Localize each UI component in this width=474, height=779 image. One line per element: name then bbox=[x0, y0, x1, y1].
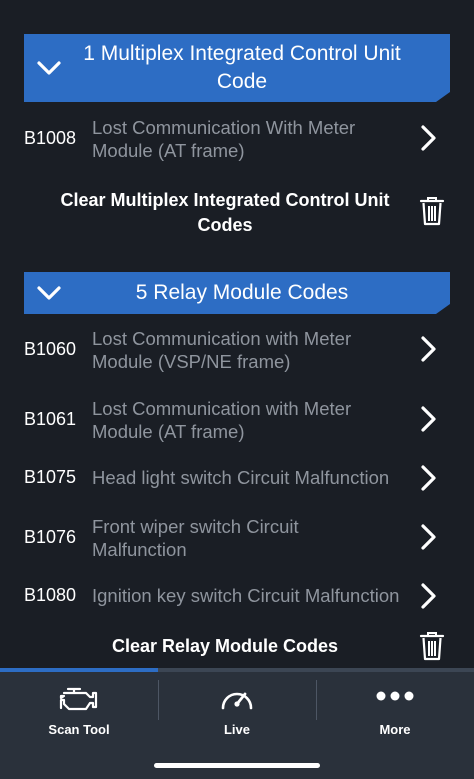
trash-icon[interactable] bbox=[419, 631, 445, 661]
clear-multiplex-codes-row: Clear Multiplex Integrated Control Unit … bbox=[0, 186, 474, 240]
trash-icon[interactable] bbox=[419, 196, 445, 226]
tab-label: Scan Tool bbox=[48, 722, 110, 737]
gauge-icon bbox=[221, 692, 253, 710]
dtc-description: Lost Communication With Meter Module (AT… bbox=[92, 117, 356, 161]
chevron-right-icon bbox=[421, 125, 436, 151]
clear-multiplex-codes-button[interactable]: Clear Multiplex Integrated Control Unit … bbox=[60, 188, 390, 238]
engine-icon bbox=[59, 687, 98, 711]
dtc-code: B1008 bbox=[24, 128, 77, 148]
chevron-right-icon bbox=[421, 336, 436, 362]
more-dots-icon bbox=[376, 691, 414, 701]
dtc-description: Ignition key switch Circuit Malfunction bbox=[92, 585, 400, 606]
home-indicator[interactable] bbox=[154, 763, 320, 768]
code-row[interactable]: B1060 Lost Communication with Meter Modu… bbox=[0, 325, 474, 373]
tab-live[interactable]: Live bbox=[158, 672, 316, 742]
dtc-code: B1080 bbox=[24, 585, 77, 605]
section-header-multiplex[interactable]: 1 Multiplex Integrated Control Unit Code bbox=[24, 34, 450, 102]
clear-relay-codes-row: Clear Relay Module Codes bbox=[0, 628, 474, 668]
section-title: 1 Multiplex Integrated Control Unit Code bbox=[83, 42, 401, 93]
chevron-down-icon bbox=[37, 286, 61, 300]
dtc-code: B1075 bbox=[24, 467, 77, 487]
code-row[interactable]: B1076 Front wiper switch Circuit Malfunc… bbox=[0, 513, 474, 561]
dtc-code: B1061 bbox=[24, 409, 77, 429]
tab-scan-tool[interactable]: Scan Tool bbox=[0, 672, 158, 742]
chevron-right-icon bbox=[421, 465, 436, 491]
dtc-description: Head light switch Circuit Malfunction bbox=[92, 467, 390, 488]
dtc-description: Front wiper switch Circuit Malfunction bbox=[92, 516, 299, 560]
chevron-down-icon bbox=[37, 61, 61, 75]
tab-more[interactable]: More bbox=[316, 672, 474, 742]
chevron-right-icon bbox=[421, 524, 436, 550]
chevron-right-icon bbox=[421, 583, 436, 609]
code-row[interactable]: B1075 Head light switch Circuit Malfunct… bbox=[0, 464, 474, 492]
dtc-description: Lost Communication with Meter Module (AT… bbox=[92, 398, 352, 442]
dtc-list-screen: 1 Multiplex Integrated Control Unit Code… bbox=[0, 0, 474, 668]
dtc-description: Lost Communication with Meter Module (VS… bbox=[92, 328, 352, 372]
code-row[interactable]: B1061 Lost Communication with Meter Modu… bbox=[0, 395, 474, 443]
dtc-code: B1076 bbox=[24, 527, 77, 547]
tab-label: More bbox=[379, 722, 411, 737]
section-title: 5 Relay Module Codes bbox=[135, 281, 349, 304]
code-row[interactable]: B1080 Ignition key switch Circuit Malfun… bbox=[0, 582, 474, 610]
chevron-right-icon bbox=[421, 406, 436, 432]
tab-label: Live bbox=[223, 722, 250, 737]
section-header-relay[interactable]: 5 Relay Module Codes bbox=[24, 272, 450, 314]
dtc-code: B1060 bbox=[24, 339, 77, 359]
clear-relay-codes-button[interactable]: Clear Relay Module Codes bbox=[60, 634, 390, 659]
code-row[interactable]: B1008 Lost Communication With Meter Modu… bbox=[0, 114, 474, 162]
